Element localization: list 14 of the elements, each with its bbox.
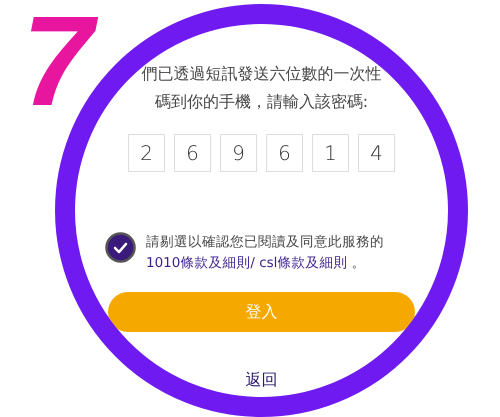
checkbox[interactable] [105, 232, 136, 263]
code-digit-field[interactable]: 2 [128, 134, 165, 172]
instruction-text: 們已透過短訊發送六位數的一次性 [142, 63, 382, 85]
back-link[interactable]: 返回 [246, 370, 278, 391]
code-digit-field[interactable]: 1 [312, 134, 349, 172]
terms-link[interactable]: csl條款及細則 [259, 255, 348, 271]
step-number: 7 [22, 0, 112, 126]
terms-link[interactable]: 1010條款及細則 [146, 255, 250, 271]
code-digit-field[interactable]: 9 [220, 134, 257, 172]
consent-text: 請剔選以確認您已閱讀及同意此服務的 1010條款及細則/ csl條款及細則 。 [146, 233, 384, 273]
code-digit-field[interactable]: 6 [174, 134, 211, 172]
code-digit-field[interactable]: 4 [358, 134, 395, 172]
code-digit-field[interactable]: 6 [266, 134, 303, 172]
instruction-text: 碼到你的手機，請輸入該密碼: [154, 91, 368, 113]
